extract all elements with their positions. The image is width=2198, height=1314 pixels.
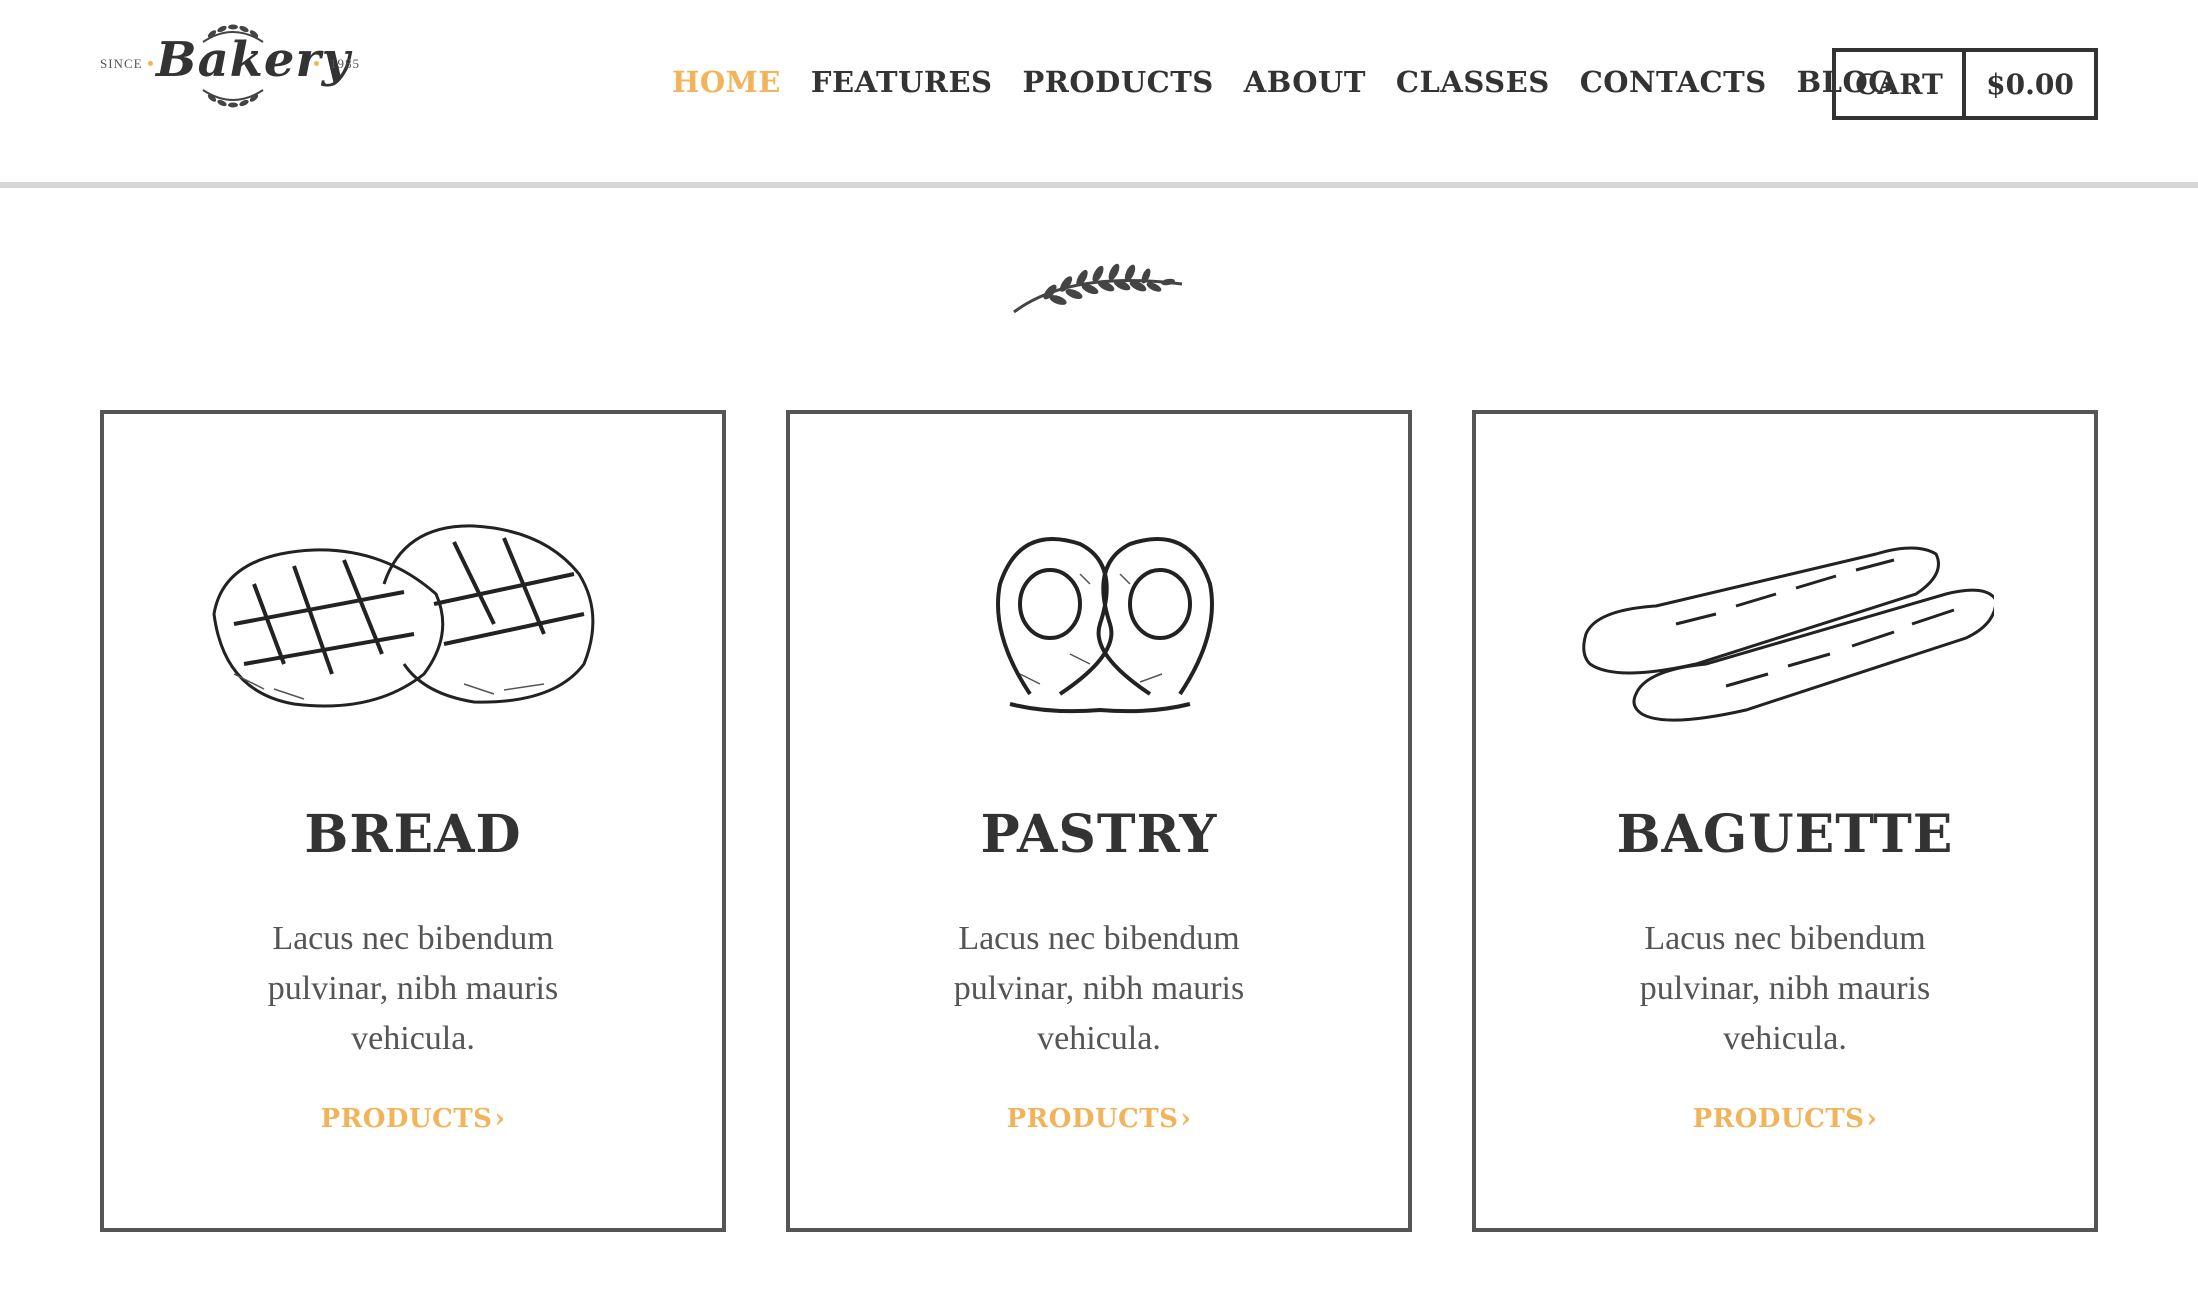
card-title: BREAD xyxy=(304,804,522,865)
bakery-logo[interactable]: SINCE Bakery 1985 xyxy=(98,14,360,114)
card-products-link[interactable]: PRODUCTS› xyxy=(790,1104,1408,1134)
nav-item-features[interactable]: FEATURES xyxy=(811,60,993,104)
card-title: BAGUETTE xyxy=(1616,804,1954,865)
chevron-right-icon: › xyxy=(1866,1104,1878,1134)
logo-since-text: SINCE xyxy=(100,56,143,71)
card-description: Lacus nec bibendum pulvinar, nibh mauris… xyxy=(953,920,1245,1057)
category-card-baguette: BAGUETTE Lacus nec bibendum pulvinar, ni… xyxy=(1472,410,2098,1232)
bread-loaves-icon xyxy=(212,524,595,708)
nav-item-contacts[interactable]: CONTACTS xyxy=(1580,60,1767,104)
nav-item-products[interactable]: PRODUCTS xyxy=(1023,60,1214,104)
logo-year-text: 1985 xyxy=(330,56,360,71)
logo-dot xyxy=(148,61,153,66)
chevron-right-icon: › xyxy=(1180,1104,1192,1134)
category-card-bread: BREAD Lacus nec bibendum pulvinar, nibh … xyxy=(100,410,726,1232)
link-label: PRODUCTS xyxy=(320,1104,493,1134)
logo-dot xyxy=(314,61,319,66)
wheat-ornament-icon xyxy=(1013,263,1183,314)
product-categories: BREAD Lacus nec bibendum pulvinar, nibh … xyxy=(100,410,2100,1232)
main-navigation: HOME FEATURES PRODUCTS ABOUT CLASSES CON… xyxy=(672,60,1924,104)
card-products-link[interactable]: PRODUCTS› xyxy=(1476,1104,2094,1134)
cart-button[interactable]: CART $0.00 xyxy=(1832,48,2098,120)
link-label: PRODUCTS xyxy=(1006,1104,1179,1134)
category-card-pastry: PASTRY Lacus nec bibendum pulvinar, nibh… xyxy=(786,410,1412,1232)
card-description: Lacus nec bibendum pulvinar, nibh mauris… xyxy=(1639,920,1931,1057)
nav-item-classes[interactable]: CLASSES xyxy=(1396,60,1550,104)
nav-item-about[interactable]: ABOUT xyxy=(1244,60,1366,104)
wheat-wreath-icon xyxy=(202,89,264,108)
card-title: PASTRY xyxy=(980,804,1218,865)
chevron-right-icon: › xyxy=(494,1104,506,1134)
card-description: Lacus nec bibendum pulvinar, nibh mauris… xyxy=(267,920,559,1057)
cart-label: CART xyxy=(1836,52,1966,116)
header-divider xyxy=(0,182,2198,188)
link-label: PRODUCTS xyxy=(1692,1104,1865,1134)
nav-item-home[interactable]: HOME xyxy=(672,60,781,104)
baguettes-icon xyxy=(1582,546,1994,722)
cart-total: $0.00 xyxy=(1986,67,2074,101)
card-products-link[interactable]: PRODUCTS› xyxy=(104,1104,722,1134)
site-header: SINCE Bakery 1985 HOME FEATURES PRODUCTS… xyxy=(0,0,2198,188)
logo-wordmark: Bakery xyxy=(156,32,351,88)
pretzel-icon xyxy=(996,537,1214,714)
